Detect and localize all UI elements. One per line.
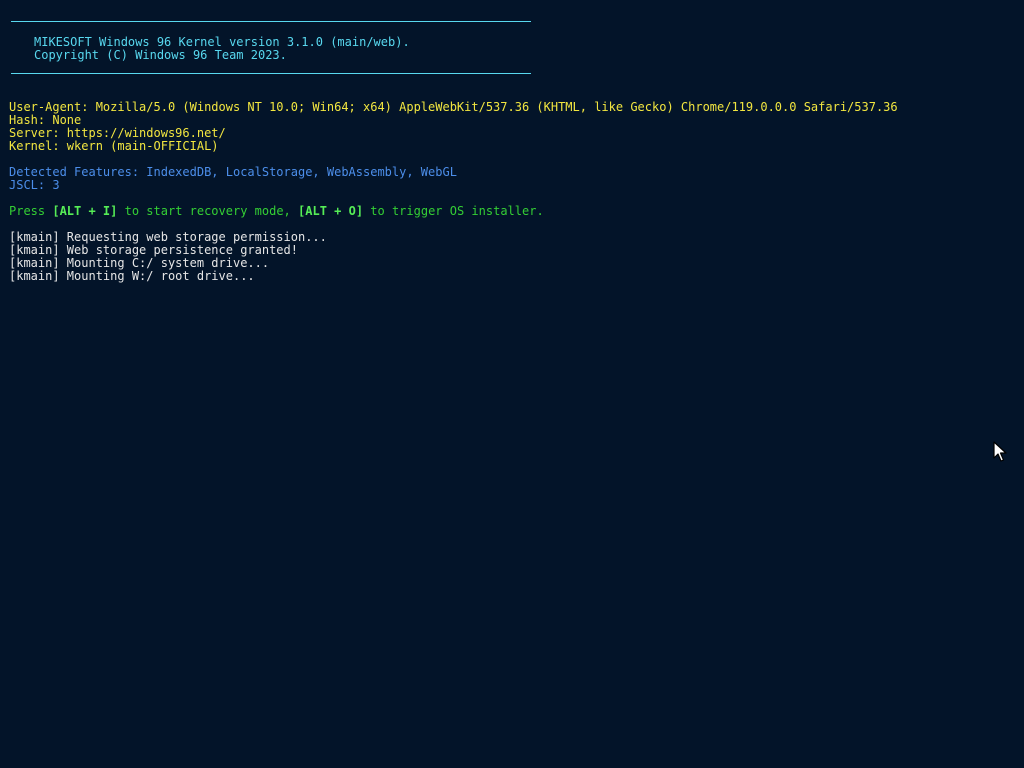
detected-features-line: Detected Features: IndexedDB, LocalStora…	[9, 165, 457, 179]
banner-copyright: Copyright (C) Windows 96 Team 2023.	[34, 48, 287, 62]
jscl-line: JSCL: 3	[9, 178, 60, 192]
user-agent-line: User-Agent: Mozilla/5.0 (Windows NT 10.0…	[9, 100, 898, 114]
recovery-hotkey: [ALT + I]	[52, 204, 118, 218]
banner-bottom-rule	[11, 73, 531, 74]
boot-options-prompt: Press [ALT + I] to start recovery mode, …	[9, 205, 544, 218]
prompt-press-text: Press	[9, 204, 53, 218]
kernel-line: Kernel: wkern (main-OFFICIAL)	[9, 139, 219, 153]
prompt-recovery-text: to start recovery mode,	[117, 204, 299, 218]
boot-console: MIKESOFT Windows 96 Kernel version 3.1.0…	[0, 0, 1024, 768]
mouse-pointer-icon	[993, 441, 1007, 462]
prompt-installer-text: to trigger OS installer.	[363, 204, 544, 218]
installer-hotkey: [ALT + O]	[298, 204, 364, 218]
banner-top-rule	[11, 21, 531, 22]
log-line: [kmain] Mounting W:/ root drive...	[9, 269, 255, 283]
